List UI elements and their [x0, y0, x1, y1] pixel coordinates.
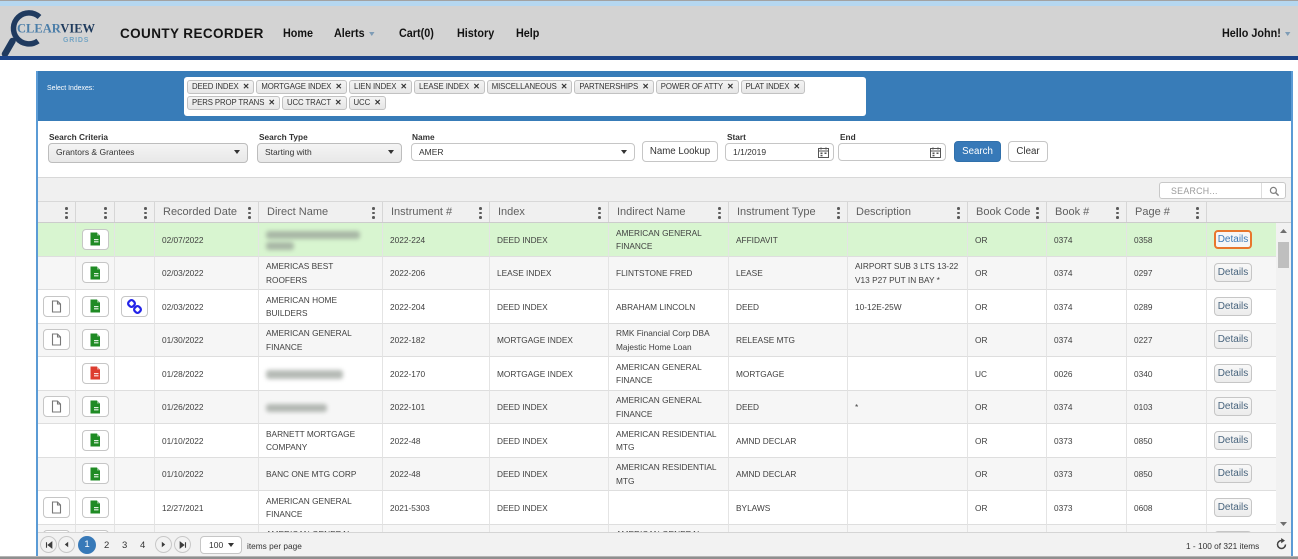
svg-text:GRIDS: GRIDS: [63, 37, 89, 44]
svg-text:CLEARVIEW: CLEARVIEW: [17, 22, 96, 36]
